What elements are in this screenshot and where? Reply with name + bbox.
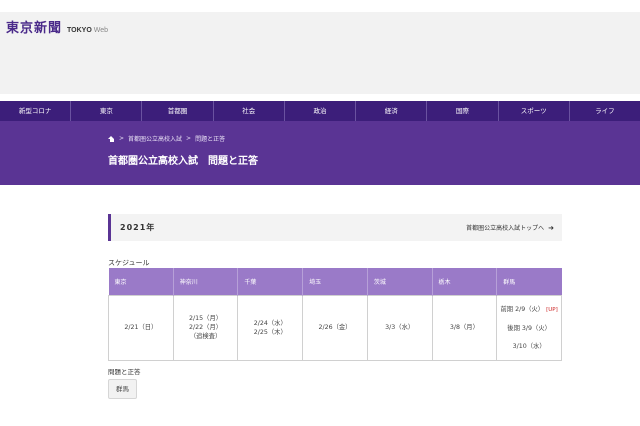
page-title: 首都圏公立高校入試 問題と正答 xyxy=(108,156,258,167)
page-hero xyxy=(0,121,640,185)
qa-heading: 問題と正答 xyxy=(108,368,141,376)
schedule-table: 東京 神奈川 千葉 埼玉 茨城 栃木 群馬 2/21（日） 2/15（月） 2/… xyxy=(108,268,562,361)
gunma-line-3: 3/10（水） xyxy=(512,342,546,350)
logo-mark: 東京新聞 xyxy=(6,21,63,36)
logo-subtitle: TOKYO Web xyxy=(67,27,109,34)
breadcrumb: > 首都圏公立高校入試 > 問題と正答 xyxy=(108,134,225,143)
breadcrumb-item-entrance-exam[interactable]: 首都圏公立高校入試 xyxy=(128,134,182,143)
schedule-cell-tokyo: 2/21（日） xyxy=(108,294,174,361)
nav-item-society[interactable]: 社会 xyxy=(214,101,285,121)
column-header: 東京 xyxy=(108,268,174,295)
schedule-cell-ibaraki: 3/3（水） xyxy=(366,294,433,361)
column-header: 栃木 xyxy=(432,268,498,295)
column-header: 神奈川 xyxy=(173,268,239,295)
schedule-cell-gunma: 前期 2/9（火） [UP] 後期 3/9（火） 3/10（水） xyxy=(496,294,562,361)
main-nav: 新型コロナ 東京 首都圏 社会 政治 経済 国際 スポーツ ライフ xyxy=(0,101,640,121)
year-label: 2021年 xyxy=(120,223,156,232)
nav-item-life[interactable]: ライフ xyxy=(570,101,640,121)
schedule-cell-tochigi: 3/8（月） xyxy=(431,294,498,361)
column-header: 茨城 xyxy=(367,268,433,295)
top-link-label: 首都圏公立高校入試トップへ xyxy=(466,225,545,232)
schedule-heading: スケジュール xyxy=(108,259,150,267)
schedule-cell-chiba: 2/24（水） 2/25（木） xyxy=(237,294,304,361)
column-header: 群馬 xyxy=(496,268,562,295)
schedule-cell-saitama: 2/26（金） xyxy=(302,294,368,361)
nav-item-sports[interactable]: スポーツ xyxy=(499,101,570,121)
column-header: 千葉 xyxy=(237,268,304,295)
entrance-exam-top-link[interactable]: 首都圏公立高校入試トップへ ➜ xyxy=(466,223,554,233)
nav-item-tokyo[interactable]: 東京 xyxy=(71,101,143,121)
breadcrumb-separator: > xyxy=(186,135,192,142)
column-header: 埼玉 xyxy=(302,268,368,295)
nav-item-international[interactable]: 国際 xyxy=(427,101,499,121)
nav-item-covid[interactable]: 新型コロナ xyxy=(0,101,72,121)
year-section-header: 2021年 首都圏公立高校入試トップへ ➜ xyxy=(108,214,562,241)
arrow-right-icon: ➜ xyxy=(548,223,554,232)
schedule-row: 2/21（日） 2/15（月） 2/22（月） （追検査） 2/24（水） 2/… xyxy=(108,294,562,361)
breadcrumb-item-current: 問題と正答 xyxy=(195,136,226,143)
gunma-line-2: 後期 3/9（火） xyxy=(507,324,551,332)
update-badge: [UP] xyxy=(546,306,558,313)
gunma-line-1: 前期 2/9（火） [UP] xyxy=(500,305,558,313)
home-icon[interactable] xyxy=(108,135,115,142)
nav-item-economy[interactable]: 経済 xyxy=(356,101,428,121)
nav-item-metro[interactable]: 首都圏 xyxy=(142,101,214,121)
breadcrumb-separator: > xyxy=(119,135,125,142)
nav-item-politics[interactable]: 政治 xyxy=(285,101,357,121)
schedule-cell-kanagawa: 2/15（月） 2/22（月） （追検査） xyxy=(172,294,239,361)
gunma-qa-button[interactable]: 群馬 xyxy=(108,379,137,399)
schedule-header-row: 東京 神奈川 千葉 埼玉 茨城 栃木 群馬 xyxy=(108,268,562,295)
site-logo[interactable]: 東京新聞 TOKYO Web xyxy=(6,17,108,36)
